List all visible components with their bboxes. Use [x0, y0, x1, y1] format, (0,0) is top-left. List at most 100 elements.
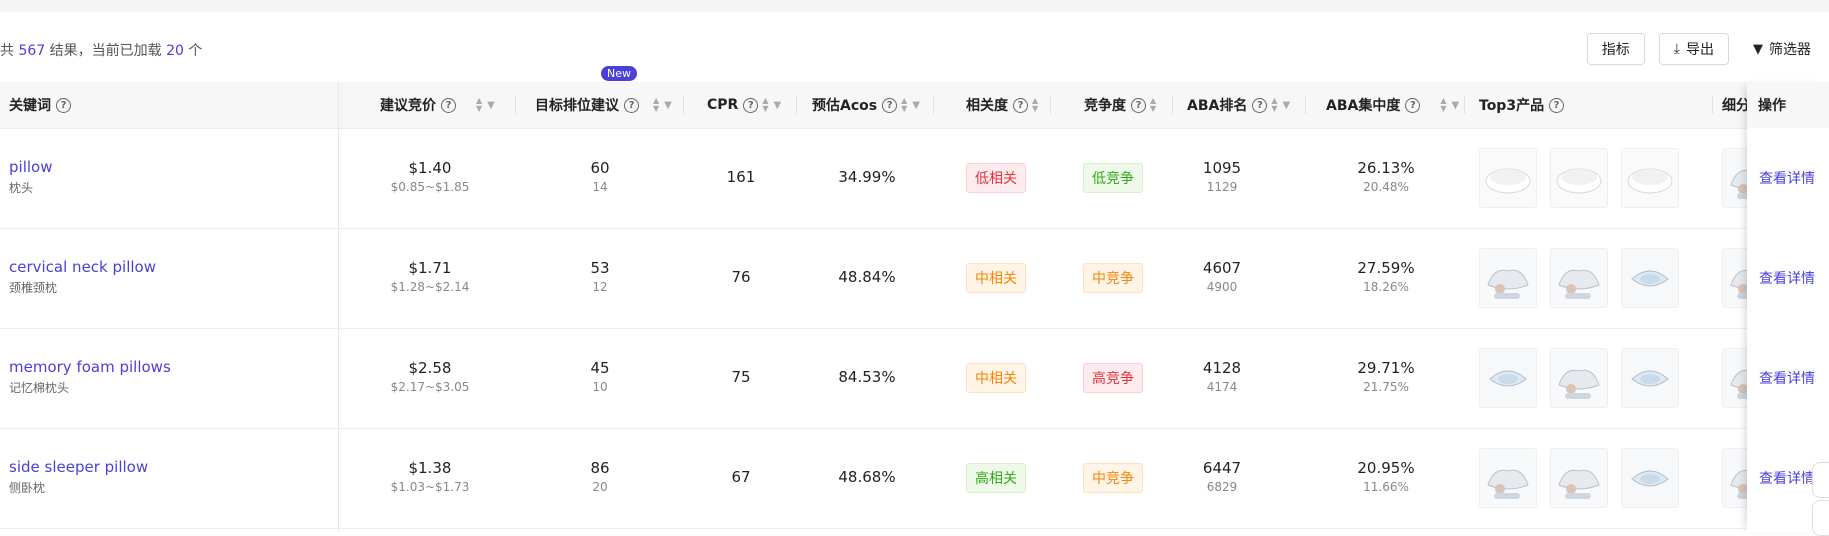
col-aba-conc: ABA集中度? ▲ ▼ ▼ — [1326, 82, 1459, 128]
col-relevance-label: 相关度 — [966, 98, 1008, 114]
export-button[interactable]: ⤓ 导出 — [1658, 33, 1729, 65]
keyword-link[interactable]: memory foam pillows — [9, 358, 171, 376]
col-divider — [683, 96, 684, 114]
view-details-link[interactable]: 查看详情 — [1759, 168, 1815, 188]
download-icon: ⤓ — [1673, 41, 1680, 57]
aba-conc-cell: 20.95% 11.66% — [1306, 459, 1466, 494]
aba-conc-cell: 29.71% 21.75% — [1306, 359, 1466, 394]
competition-badge: 中竞争 — [1083, 463, 1143, 493]
sort-icon[interactable]: ▲ ▼ — [1150, 97, 1156, 113]
floating-tool-tab[interactable] — [1812, 500, 1829, 536]
keyword-cell: cervical neck pillow 颈椎颈枕 — [9, 258, 156, 296]
table-header: 关键词? 建议竞价? ▲ ▼ ▼ 目标排位建议? New ▲ ▼ ▼ CPR? ▲ ▼ ▼ 预估Ac… — [0, 66, 1829, 129]
help-icon[interactable]: ? — [1013, 97, 1028, 113]
aba-rank-value: 6447 — [1202, 459, 1242, 477]
product-thumbnail[interactable] — [1550, 348, 1608, 408]
aba-rank-value: 4607 — [1202, 259, 1242, 277]
filter-icon[interactable]: ▼ — [664, 100, 672, 111]
col-aba-rank: ABA排名? ▲ ▼ ▼ — [1187, 82, 1290, 128]
sort-icon[interactable]: ▲ ▼ — [1032, 97, 1038, 113]
product-thumbnail[interactable] — [1479, 348, 1537, 408]
help-icon[interactable]: ? — [56, 97, 71, 113]
export-label: 导出 — [1686, 42, 1714, 58]
col-action-label: 操作 — [1758, 98, 1786, 114]
acos-value: 48.68% — [838, 468, 896, 486]
target-rank-value: 86 — [590, 459, 610, 477]
help-icon[interactable]: ? — [1131, 97, 1146, 113]
col-top3-label: Top3产品 — [1479, 98, 1545, 114]
cpr-value: 76 — [731, 268, 751, 286]
keyword-translation: 侧卧枕 — [9, 481, 46, 495]
col-bid-label: 建议竞价 — [380, 98, 436, 114]
col-target-rank-label: 目标排位建议 — [535, 98, 619, 114]
metrics-button[interactable]: 指标 — [1586, 33, 1645, 65]
aba-rank-sub: 1129 — [1206, 180, 1238, 194]
help-icon[interactable]: ? — [743, 97, 759, 113]
summary-prefix: 共 — [0, 43, 14, 59]
view-details-link[interactable]: 查看详情 — [1759, 268, 1815, 288]
product-thumbnail[interactable] — [1479, 148, 1537, 208]
sort-icon[interactable]: ▲ ▼ — [901, 97, 907, 113]
product-thumbnail[interactable] — [1621, 448, 1679, 508]
aba-conc-sub: 21.75% — [1363, 380, 1409, 394]
sort-icon[interactable]: ▲ ▼ — [476, 97, 482, 113]
aba-rank-cell: 4607 4900 — [1142, 259, 1302, 294]
product-thumbnail[interactable] — [1479, 448, 1537, 508]
col-segment: 细分 — [1722, 82, 1750, 128]
target-rank-sub: 20 — [592, 480, 608, 494]
sort-icon[interactable]: ▲ ▼ — [653, 97, 659, 113]
result-summary: 共 567 结果，当前已加载 20 个 — [0, 40, 202, 60]
bid-range: $1.28~$2.14 — [390, 280, 470, 294]
product-thumbnail[interactable] — [1621, 348, 1679, 408]
keyword-translation: 记忆棉枕头 — [9, 381, 70, 395]
relevance-badge: 低相关 — [966, 163, 1026, 193]
floating-tool-tab[interactable] — [1812, 462, 1829, 498]
filter-icon[interactable]: ▼ — [773, 100, 781, 111]
relevance-badge: 中相关 — [966, 363, 1026, 393]
keyword-cell: memory foam pillows 记忆棉枕头 — [9, 358, 171, 396]
bid-value: $1.40 — [408, 159, 452, 177]
help-icon[interactable]: ? — [441, 97, 456, 113]
col-competition: 竞争度? ▲ ▼ — [1084, 82, 1156, 128]
filter-icon[interactable]: ▼ — [1283, 100, 1291, 111]
product-thumbnail[interactable] — [1550, 148, 1608, 208]
col-acos-label: 预估Acos — [812, 98, 878, 114]
help-icon[interactable]: ? — [1549, 97, 1565, 113]
filter-button[interactable]: ▼ 筛选器 — [1753, 39, 1811, 59]
keyword-link[interactable]: side sleeper pillow — [9, 458, 148, 476]
metrics-label: 指标 — [1601, 42, 1630, 58]
product-thumbnail[interactable] — [1621, 148, 1679, 208]
sort-icon[interactable]: ▲ ▼ — [1271, 97, 1277, 113]
filter-icon[interactable]: ▼ — [487, 100, 495, 111]
help-icon[interactable]: ? — [1405, 97, 1421, 113]
filter-icon[interactable]: ▼ — [912, 100, 920, 111]
target-rank-value: 60 — [590, 159, 610, 177]
competition-badge: 中竞争 — [1083, 263, 1143, 293]
help-icon[interactable]: ? — [882, 97, 898, 113]
product-thumbnail[interactable] — [1550, 248, 1608, 308]
help-icon[interactable]: ? — [624, 97, 639, 113]
product-thumbnail[interactable] — [1621, 248, 1679, 308]
col-aba-conc-label: ABA集中度 — [1326, 98, 1401, 114]
aba-conc-value: 27.59% — [1357, 259, 1415, 277]
filter-label: 筛选器 — [1769, 42, 1811, 58]
sort-icon[interactable]: ▲ ▼ — [762, 97, 768, 113]
cpr-value: 67 — [731, 468, 751, 486]
keyword-link[interactable]: cervical neck pillow — [9, 258, 156, 276]
action-column-header: 操作 — [1747, 82, 1829, 128]
product-thumbnail[interactable] — [1479, 248, 1537, 308]
target-rank-sub: 12 — [592, 280, 608, 294]
acos-value: 48.84% — [838, 268, 896, 286]
filter-icon[interactable]: ▼ — [1452, 100, 1460, 111]
help-icon[interactable]: ? — [1252, 97, 1268, 113]
col-divider — [1050, 96, 1051, 114]
product-thumbnail[interactable] — [1550, 448, 1608, 508]
cpr-value: 75 — [731, 368, 751, 386]
col-segment-label: 细分 — [1722, 98, 1750, 114]
keyword-link[interactable]: pillow — [9, 158, 52, 176]
aba-rank-sub: 6829 — [1206, 480, 1238, 494]
view-details-link[interactable]: 查看详情 — [1759, 468, 1815, 488]
aba-conc-cell: 27.59% 18.26% — [1306, 259, 1466, 294]
view-details-link[interactable]: 查看详情 — [1759, 368, 1815, 388]
sort-icon[interactable]: ▲ ▼ — [1440, 97, 1446, 113]
